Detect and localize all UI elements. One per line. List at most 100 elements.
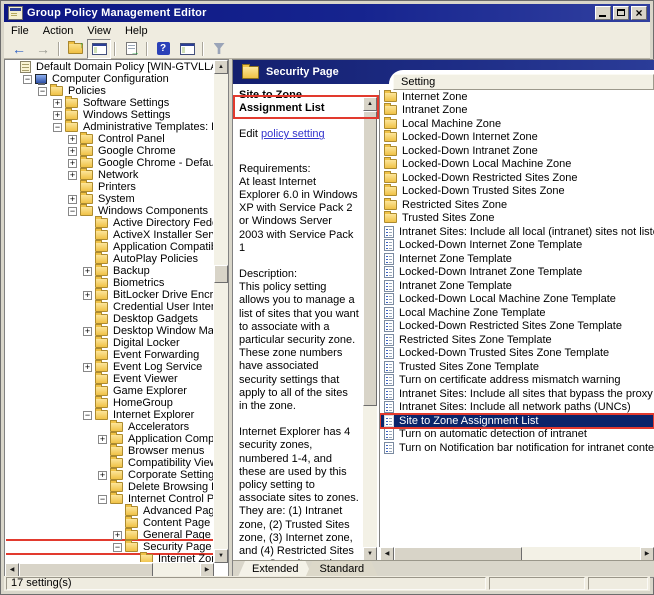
tree-item[interactable]: Network xyxy=(6,169,213,181)
expander-icon[interactable] xyxy=(83,375,92,384)
export-list-button[interactable] xyxy=(119,39,143,59)
tree-item[interactable]: Security Page xyxy=(6,541,213,553)
expander-icon[interactable] xyxy=(83,339,92,348)
setting-row[interactable]: Restricted Sites Zone Template xyxy=(380,333,654,347)
expander-icon[interactable] xyxy=(68,135,77,144)
tree-item[interactable]: Event Log Service xyxy=(6,361,213,373)
setting-row[interactable]: Intranet Zone xyxy=(380,104,654,118)
setting-row[interactable]: Locked-Down Intranet Zone xyxy=(380,144,654,158)
setting-row[interactable]: Locked-Down Trusted Sites Zone xyxy=(380,185,654,199)
setting-row[interactable]: Local Machine Zone xyxy=(380,117,654,131)
setting-row[interactable]: Locked-Down Internet Zone xyxy=(380,131,654,145)
expander-icon[interactable] xyxy=(53,111,62,120)
tree-item[interactable]: System xyxy=(6,193,213,205)
tree-item[interactable]: BitLocker Drive Encryption xyxy=(6,289,213,301)
description-scrollbar-thumb[interactable] xyxy=(363,111,377,406)
tree-item[interactable]: Event Forwarding xyxy=(6,349,213,361)
close-button[interactable]: × xyxy=(631,6,647,20)
tree-item[interactable]: Advanced Page xyxy=(6,505,213,517)
expander-icon[interactable] xyxy=(98,495,107,504)
expander-icon[interactable] xyxy=(83,255,92,264)
setting-row[interactable]: Locked-Down Local Machine Zone xyxy=(380,158,654,172)
expander-icon[interactable] xyxy=(98,471,107,480)
list-hscrollbar-thumb[interactable] xyxy=(394,547,522,561)
setting-row[interactable]: Restricted Sites Zone xyxy=(380,198,654,212)
setting-row[interactable]: Internet Zone Template xyxy=(380,252,654,266)
expander-icon[interactable] xyxy=(68,195,77,204)
view-tab[interactable]: Standard xyxy=(305,561,378,577)
menu-item[interactable]: File xyxy=(4,24,36,38)
list-horizontal-scrollbar[interactable]: ◀ ▶ xyxy=(380,547,654,561)
expander-icon[interactable] xyxy=(113,507,122,516)
setting-row[interactable]: Turn on Notification bar notification fo… xyxy=(380,441,654,455)
menu-item[interactable]: Action xyxy=(36,24,81,38)
expander-icon[interactable] xyxy=(83,387,92,396)
tree-item[interactable]: Biometrics xyxy=(6,277,213,289)
expander-icon[interactable] xyxy=(68,183,77,192)
expander-icon[interactable] xyxy=(83,363,92,372)
tree-item[interactable]: Credential User Interface xyxy=(6,301,213,313)
expander-icon[interactable] xyxy=(83,291,92,300)
tree-item[interactable]: Google Chrome - Default Settings (use xyxy=(6,157,213,169)
expander-icon[interactable] xyxy=(128,555,137,563)
scroll-down-icon[interactable]: ▼ xyxy=(214,549,228,563)
expander-icon[interactable] xyxy=(98,423,107,432)
tree-item[interactable]: Internet Control Panel xyxy=(6,493,213,505)
policy-setting-link[interactable]: policy setting xyxy=(261,128,325,140)
tree-scrollbar-thumb[interactable] xyxy=(214,265,228,283)
tree-item[interactable]: Content Page xyxy=(6,517,213,529)
expander-icon[interactable] xyxy=(83,303,92,312)
setting-row[interactable]: Trusted Sites Zone xyxy=(380,212,654,226)
setting-row[interactable]: Locked-Down Restricted Sites Zone xyxy=(380,171,654,185)
help-button[interactable]: ? xyxy=(151,39,175,59)
tree-item[interactable]: Desktop Gadgets xyxy=(6,313,213,325)
tree-hscrollbar-thumb[interactable] xyxy=(19,563,153,577)
expander-icon[interactable] xyxy=(68,171,77,180)
tree-item[interactable]: Digital Locker xyxy=(6,337,213,349)
scroll-down-icon[interactable]: ▼ xyxy=(363,547,377,561)
scroll-up-icon[interactable]: ▲ xyxy=(363,97,377,111)
expander-icon[interactable] xyxy=(83,243,92,252)
menu-item[interactable]: View xyxy=(80,24,118,38)
expander-icon[interactable] xyxy=(83,327,92,336)
view-tab[interactable]: Extended xyxy=(238,561,312,577)
scroll-left-icon[interactable]: ◀ xyxy=(5,563,19,577)
expander-icon[interactable] xyxy=(53,123,62,132)
expander-icon[interactable] xyxy=(113,519,122,528)
expander-icon[interactable] xyxy=(83,411,92,420)
tree-item[interactable]: Game Explorer xyxy=(6,385,213,397)
tree-item[interactable]: General Page xyxy=(6,529,213,541)
tree-vertical-scrollbar[interactable]: ▲ ▼ xyxy=(214,60,228,563)
expander-icon[interactable] xyxy=(83,219,92,228)
tree-item[interactable]: Software Settings xyxy=(6,97,213,109)
expander-icon[interactable] xyxy=(98,483,107,492)
minimize-button[interactable] xyxy=(595,6,611,20)
expander-icon[interactable] xyxy=(83,351,92,360)
setting-row[interactable]: Intranet Sites: Include all network path… xyxy=(380,401,654,415)
tree-item[interactable]: Event Viewer xyxy=(6,373,213,385)
tree-item[interactable]: Backup xyxy=(6,265,213,277)
setting-row[interactable]: Turn on certificate address mismatch war… xyxy=(380,374,654,388)
tree-item[interactable]: Application Compatibility xyxy=(6,241,213,253)
expander-icon[interactable] xyxy=(68,147,77,156)
expander-icon[interactable] xyxy=(83,315,92,324)
setting-row[interactable]: Locked-Down Trusted Sites Zone Template xyxy=(380,347,654,361)
tree-horizontal-scrollbar[interactable]: ◀ ▶ xyxy=(5,563,214,577)
scroll-left-icon[interactable]: ◀ xyxy=(380,547,394,561)
expander-icon[interactable] xyxy=(68,207,77,216)
setting-row[interactable]: Internet Zone xyxy=(380,90,654,104)
expander-icon[interactable] xyxy=(98,459,107,468)
show-console-tree-button[interactable] xyxy=(87,39,111,59)
tree-item[interactable]: Internet Zone xyxy=(6,553,213,562)
expander-icon[interactable] xyxy=(83,399,92,408)
setting-row[interactable]: Trusted Sites Zone Template xyxy=(380,360,654,374)
tree-item[interactable]: Google Chrome xyxy=(6,145,213,157)
scroll-right-icon[interactable]: ▶ xyxy=(640,547,654,561)
expander-icon[interactable] xyxy=(113,531,122,540)
tree-item[interactable]: Desktop Window Manager xyxy=(6,325,213,337)
tree-item[interactable]: Policies xyxy=(6,85,213,97)
setting-row[interactable]: Site to Zone Assignment List xyxy=(380,414,654,428)
description-vertical-scrollbar[interactable]: ▲ ▼ xyxy=(363,97,377,561)
expander-icon[interactable] xyxy=(98,435,107,444)
menu-item[interactable]: Help xyxy=(118,24,155,38)
